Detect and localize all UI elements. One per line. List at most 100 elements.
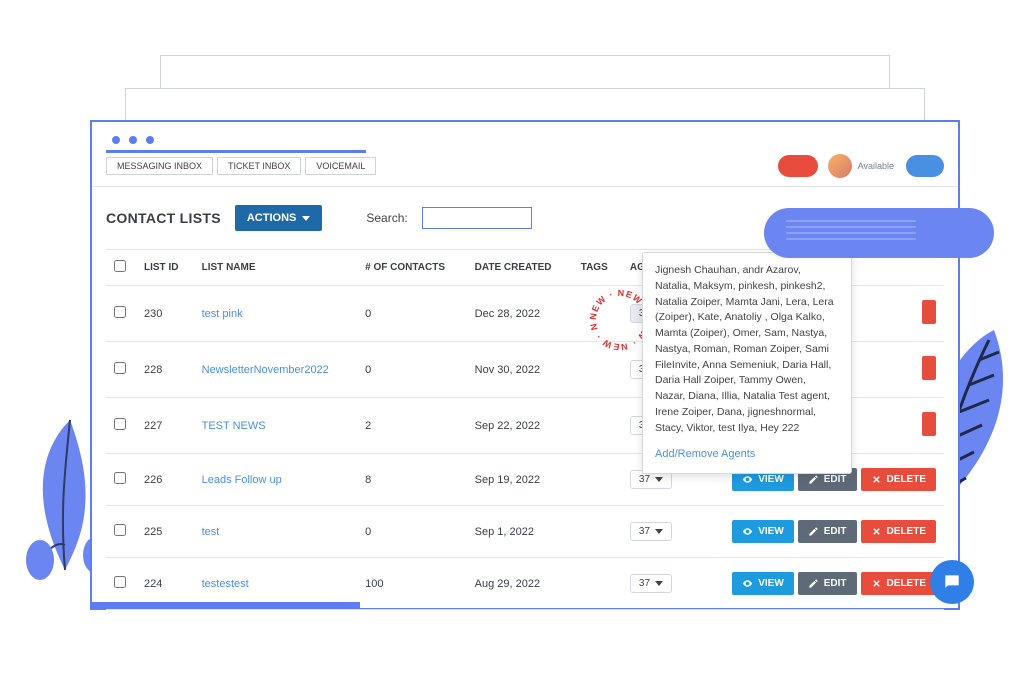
- cell-actions: VIEW EDIT DELETE: [688, 558, 944, 610]
- cell-list-name: NewsletterNovember2022: [194, 342, 358, 398]
- page-title: CONTACT LISTS: [106, 210, 221, 226]
- window-dot: [112, 136, 120, 144]
- window-dot: [129, 136, 137, 144]
- cell-contacts: 0: [357, 286, 466, 342]
- cell-list-id: 226: [136, 454, 194, 506]
- actions-dropdown-button[interactable]: ACTIONS: [235, 205, 323, 231]
- cell-agents: 37: [622, 506, 688, 558]
- delete-button[interactable]: DELETE: [861, 468, 936, 491]
- eye-icon: [742, 526, 753, 537]
- eye-icon: [742, 578, 753, 589]
- cell-tags: [573, 454, 622, 506]
- list-name-link[interactable]: test pink: [202, 308, 243, 320]
- cell-tags: [573, 506, 622, 558]
- cell-date: Sep 22, 2022: [467, 398, 573, 454]
- chevron-down-icon: [655, 581, 663, 586]
- list-name-link[interactable]: Leads Follow up: [202, 474, 282, 486]
- x-icon: [871, 474, 882, 485]
- list-name-link[interactable]: TEST NEWS: [202, 420, 266, 432]
- row-checkbox[interactable]: [114, 472, 126, 484]
- pencil-icon: [808, 474, 819, 485]
- cell-contacts: 2: [357, 398, 466, 454]
- col-contacts[interactable]: # OF CONTACTS: [357, 250, 466, 286]
- cell-list-name: Leads Follow up: [194, 454, 358, 506]
- decorative-bubble: [764, 208, 994, 258]
- view-label: VIEW: [758, 578, 784, 589]
- row-checkbox[interactable]: [114, 362, 126, 374]
- x-icon: [871, 526, 882, 537]
- tab-ticket-inbox[interactable]: TICKET INBOX: [217, 157, 301, 175]
- view-button[interactable]: VIEW: [732, 520, 794, 543]
- list-name-link[interactable]: testestest: [202, 578, 249, 590]
- cell-date: Sep 1, 2022: [467, 506, 573, 558]
- tab-messaging-inbox[interactable]: MESSAGING INBOX: [106, 157, 213, 175]
- delete-button[interactable]: DELETE: [861, 572, 936, 595]
- add-remove-agents-link[interactable]: Add/Remove Agents: [655, 446, 839, 463]
- cell-tags: [573, 398, 622, 454]
- delete-label: DELETE: [887, 526, 926, 537]
- tab-voicemail[interactable]: VOICEMAIL: [305, 157, 376, 175]
- cell-date: Aug 29, 2022: [467, 558, 573, 610]
- delete-button[interactable]: DELETE: [861, 520, 936, 543]
- window-dot: [146, 136, 154, 144]
- avatar[interactable]: [828, 154, 852, 178]
- cell-contacts: 100: [357, 558, 466, 610]
- cell-contacts: 0: [357, 506, 466, 558]
- cell-list-id: 228: [136, 342, 194, 398]
- agents-dropdown[interactable]: 37: [630, 522, 672, 541]
- chat-icon: [942, 572, 962, 592]
- col-list-name[interactable]: LIST NAME: [194, 250, 358, 286]
- delete-button-edge[interactable]: [922, 356, 936, 380]
- agents-count: 37: [639, 526, 650, 537]
- chat-fab-button[interactable]: [930, 560, 974, 604]
- col-date[interactable]: DATE CREATED: [467, 250, 573, 286]
- list-name-link[interactable]: NewsletterNovember2022: [202, 364, 329, 376]
- search-label: Search:: [366, 211, 407, 225]
- actions-label: ACTIONS: [247, 212, 297, 224]
- cell-list-name: test pink: [194, 286, 358, 342]
- chevron-down-icon: [655, 529, 663, 534]
- x-icon: [871, 578, 882, 589]
- delete-button-edge[interactable]: [922, 300, 936, 324]
- blue-pill-button[interactable]: [906, 155, 944, 177]
- list-name-link[interactable]: test: [202, 526, 220, 538]
- edit-label: EDIT: [824, 526, 847, 537]
- cell-list-name: TEST NEWS: [194, 398, 358, 454]
- cell-date: Nov 30, 2022: [467, 342, 573, 398]
- chevron-down-icon: [655, 477, 663, 482]
- top-tab-bar: MESSAGING INBOX TICKET INBOX VOICEMAIL A…: [92, 154, 958, 187]
- col-tags[interactable]: TAGS: [573, 250, 622, 286]
- select-all-checkbox[interactable]: [114, 260, 126, 272]
- view-label: VIEW: [758, 526, 784, 537]
- pencil-icon: [808, 578, 819, 589]
- edit-button[interactable]: EDIT: [798, 520, 857, 543]
- delete-label: DELETE: [887, 474, 926, 485]
- view-button[interactable]: VIEW: [732, 572, 794, 595]
- status-available: Available: [858, 161, 894, 171]
- red-pill-button[interactable]: [778, 155, 818, 177]
- cell-tags: [573, 286, 622, 342]
- caret-down-icon: [302, 216, 310, 221]
- cell-list-name: test: [194, 506, 358, 558]
- cell-contacts: 8: [357, 454, 466, 506]
- cell-contacts: 0: [357, 342, 466, 398]
- delete-button-edge[interactable]: [922, 412, 936, 436]
- agents-count: 37: [639, 578, 650, 589]
- delete-label: DELETE: [887, 578, 926, 589]
- row-checkbox[interactable]: [114, 524, 126, 536]
- edit-button[interactable]: EDIT: [798, 572, 857, 595]
- row-checkbox[interactable]: [114, 306, 126, 318]
- col-list-id[interactable]: LIST ID: [136, 250, 194, 286]
- row-checkbox[interactable]: [114, 418, 126, 430]
- agents-dropdown[interactable]: 37: [630, 574, 672, 593]
- view-label: VIEW: [758, 474, 784, 485]
- search-input[interactable]: [422, 207, 532, 229]
- cell-list-id: 230: [136, 286, 194, 342]
- table-row: 225test0Sep 1, 202237VIEWEDITDELETE: [106, 506, 944, 558]
- row-checkbox[interactable]: [114, 576, 126, 588]
- cell-agents: 37: [622, 558, 688, 610]
- edit-label: EDIT: [824, 578, 847, 589]
- cell-date: Dec 28, 2022: [467, 286, 573, 342]
- pencil-icon: [808, 526, 819, 537]
- cell-list-id: 227: [136, 398, 194, 454]
